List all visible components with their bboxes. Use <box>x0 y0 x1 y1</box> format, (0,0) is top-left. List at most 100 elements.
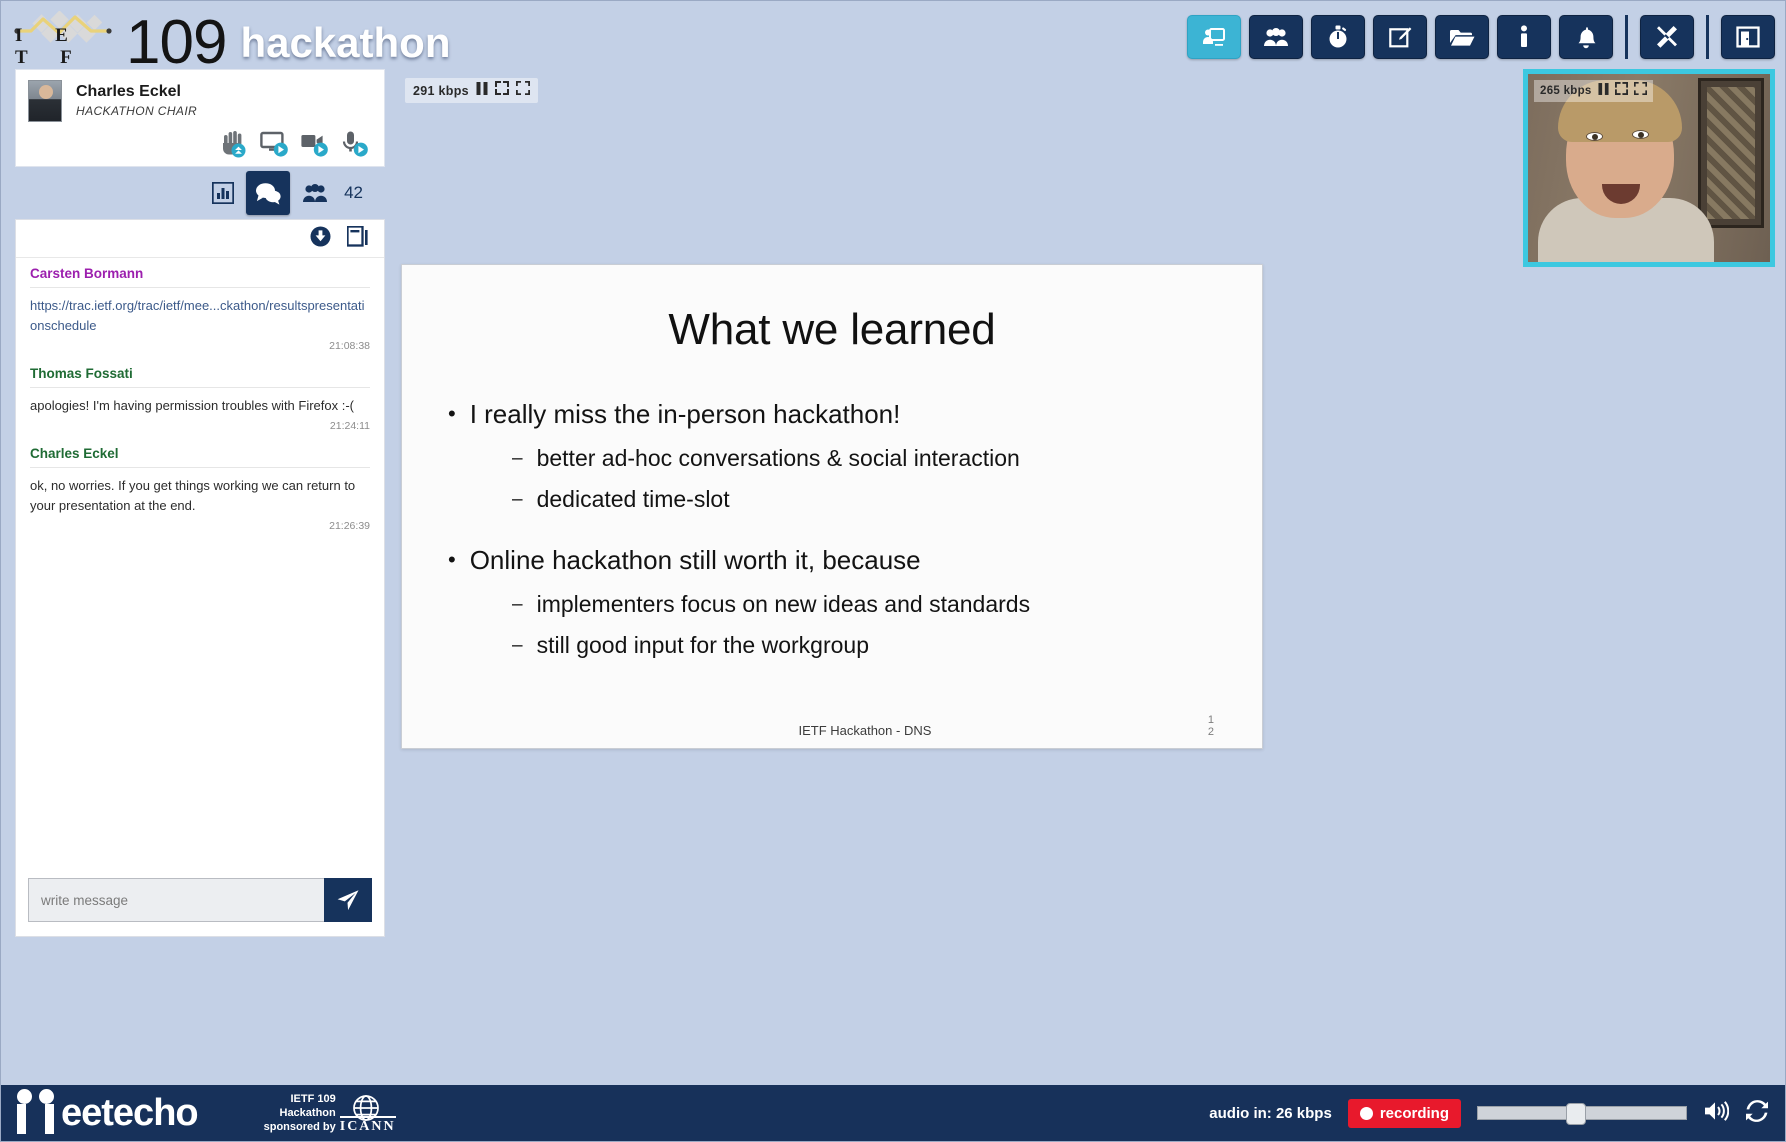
pause-icon[interactable] <box>476 81 488 100</box>
panel-tabbar: 42 <box>15 167 385 219</box>
chat-message-list[interactable]: Carsten Bormann https://trac.ietf.org/tr… <box>16 258 384 878</box>
subbullet-text: dedicated time-slot <box>536 486 730 512</box>
event-name: hackathon <box>240 19 451 66</box>
chat-message: Carsten Bormann https://trac.ietf.org/tr… <box>16 258 384 358</box>
chat-author: Thomas Fossati <box>30 366 133 381</box>
fullscreen-icon[interactable] <box>515 81 530 100</box>
stage-bitrate: 291 kbps <box>413 83 469 98</box>
recording-label: recording <box>1379 1104 1449 1122</box>
chat-panel: Carsten Bormann https://trac.ietf.org/tr… <box>15 219 385 937</box>
sponsor-lines: IETF 109 Hackathon sponsored by <box>264 1092 336 1134</box>
send-button[interactable] <box>324 878 372 922</box>
slide-subbullet: – still good input for the workgroup <box>512 630 1262 661</box>
chat-text: ok, no worries. If you get things workin… <box>30 478 356 513</box>
tab-participants[interactable] <box>302 183 328 203</box>
meetecho-logo: eetecho <box>1 1089 199 1134</box>
camera-icon[interactable] <box>300 130 330 158</box>
recording-badge[interactable]: recording <box>1347 1098 1461 1128</box>
fullscreen-icon[interactable] <box>1633 82 1647 100</box>
status-bar: eetecho IETF 109 Hackathon sponsored by … <box>1 1085 1785 1141</box>
participant-count: 42 <box>344 183 363 202</box>
volume-slider[interactable] <box>1477 1103 1687 1125</box>
toolbar-divider-2 <box>1706 15 1709 59</box>
bullet-text: I really miss the in-person hackathon! <box>469 399 901 429</box>
stage-stream-meta: 291 kbps <box>405 78 538 103</box>
recording-dot-icon <box>1359 1106 1373 1120</box>
slide-subbullet: – dedicated time-slot <box>512 484 1262 515</box>
slide-page-number: 1 2 <box>1207 714 1214 738</box>
timer-icon-button[interactable] <box>1311 15 1365 59</box>
chat-author: Carsten Bormann <box>30 266 144 281</box>
notes-icon-button[interactable] <box>1373 15 1427 59</box>
self-video-tile[interactable]: 265 kbps <box>1523 69 1775 267</box>
tools-icon-button[interactable] <box>1640 15 1694 59</box>
bullet-marker: • <box>448 401 456 426</box>
pause-icon[interactable] <box>1598 82 1609 100</box>
sponsor-block: IETF 109 Hackathon sponsored by ICANN <box>264 1092 396 1134</box>
resize-icon[interactable] <box>1614 82 1628 100</box>
toolbar-divider-1 <box>1625 15 1628 59</box>
subbullet-text: implementers focus on new ideas and stan… <box>536 591 1031 617</box>
subbullet-marker: – <box>512 448 523 469</box>
slide-footer-text: IETF Hackathon - DNS <box>798 723 932 738</box>
subbullet-marker: – <box>512 635 523 656</box>
presenter-name: Charles Eckel <box>76 83 181 100</box>
exit-icon-button[interactable] <box>1721 15 1775 59</box>
video-person-eye-right <box>1632 130 1649 139</box>
chat-text: apologies! I'm having permission trouble… <box>30 398 355 413</box>
slide-subbullet: – implementers focus on new ideas and st… <box>512 589 1262 620</box>
sponsor-line-3: sponsored by <box>263 1121 336 1133</box>
icann-globe-icon: ICANN <box>339 1093 396 1134</box>
speaker-icon[interactable] <box>1703 1100 1730 1127</box>
meetecho-wordmark: eetecho <box>61 1092 199 1134</box>
chat-message: Charles Eckel ok, no worries. If you get… <box>16 438 384 538</box>
presenter-card: Charles Eckel HACKATHON CHAIR <box>15 69 385 167</box>
slide-subbullet: – better ad-hoc conversations & social i… <box>512 443 1262 474</box>
ietf-logo-icon: I E T F <box>11 9 126 71</box>
raise-hand-icon[interactable] <box>220 130 250 158</box>
ietf-letters: I E T F <box>15 25 86 68</box>
subbullet-marker: – <box>512 489 523 510</box>
chat-input-row <box>28 878 372 922</box>
meetecho-app: I E T F 109 hackathon Charles Eckel HACK… <box>0 0 1786 1142</box>
audio-in-status: audio in: 26 kbps <box>1209 1104 1332 1122</box>
slide-viewer[interactable]: What we learned • I really miss the in-p… <box>401 264 1263 749</box>
meeting-number: 109 <box>126 8 227 77</box>
chat-timestamp: 21:24:11 <box>329 420 370 432</box>
participants-icon-button[interactable] <box>1249 15 1303 59</box>
tab-polls[interactable] <box>212 182 235 204</box>
chat-author: Charles Eckel <box>30 446 119 461</box>
tab-chat[interactable] <box>246 171 291 215</box>
left-sidebar: Charles Eckel HACKATHON CHAIR 42 Carsten… <box>15 69 385 937</box>
popout-chat-icon[interactable] <box>346 224 368 252</box>
volume-slider-knob[interactable] <box>1566 1103 1586 1125</box>
resize-icon[interactable] <box>494 81 509 100</box>
screen-share-icon[interactable] <box>260 130 290 158</box>
chat-actions <box>16 220 384 258</box>
folder-icon-button[interactable] <box>1435 15 1489 59</box>
info-icon-button[interactable] <box>1497 15 1551 59</box>
slide-title: What we learned <box>668 305 996 354</box>
bullet-text: Online hackathon still worth it, because <box>469 545 921 575</box>
bullet-marker: • <box>448 547 456 572</box>
top-toolbar <box>1187 15 1775 59</box>
chat-input[interactable] <box>28 878 324 922</box>
bell-icon-button[interactable] <box>1559 15 1613 59</box>
presenter-controls <box>28 130 372 158</box>
pip-stream-meta: 265 kbps <box>1534 80 1653 102</box>
avatar <box>28 80 62 122</box>
slide-body: • I really miss the in-person hackathon!… <box>402 397 1262 661</box>
presentation-icon-button[interactable] <box>1187 15 1241 59</box>
subbullet-marker: – <box>512 594 523 615</box>
meetecho-m-icon <box>15 1089 61 1134</box>
subbullet-text: still good input for the workgroup <box>536 632 869 658</box>
download-chat-icon[interactable] <box>310 226 331 252</box>
reload-icon[interactable] <box>1745 1099 1769 1128</box>
presenter-role: HACKATHON CHAIR <box>76 104 198 118</box>
status-bar-right: audio in: 26 kbps recording <box>1209 1098 1785 1128</box>
subbullet-text: better ad-hoc conversations & social int… <box>536 445 1020 471</box>
microphone-icon[interactable] <box>340 130 370 158</box>
chat-timestamp: 21:08:38 <box>329 340 370 352</box>
chat-text[interactable]: https://trac.ietf.org/trac/ietf/mee...ck… <box>30 288 370 338</box>
